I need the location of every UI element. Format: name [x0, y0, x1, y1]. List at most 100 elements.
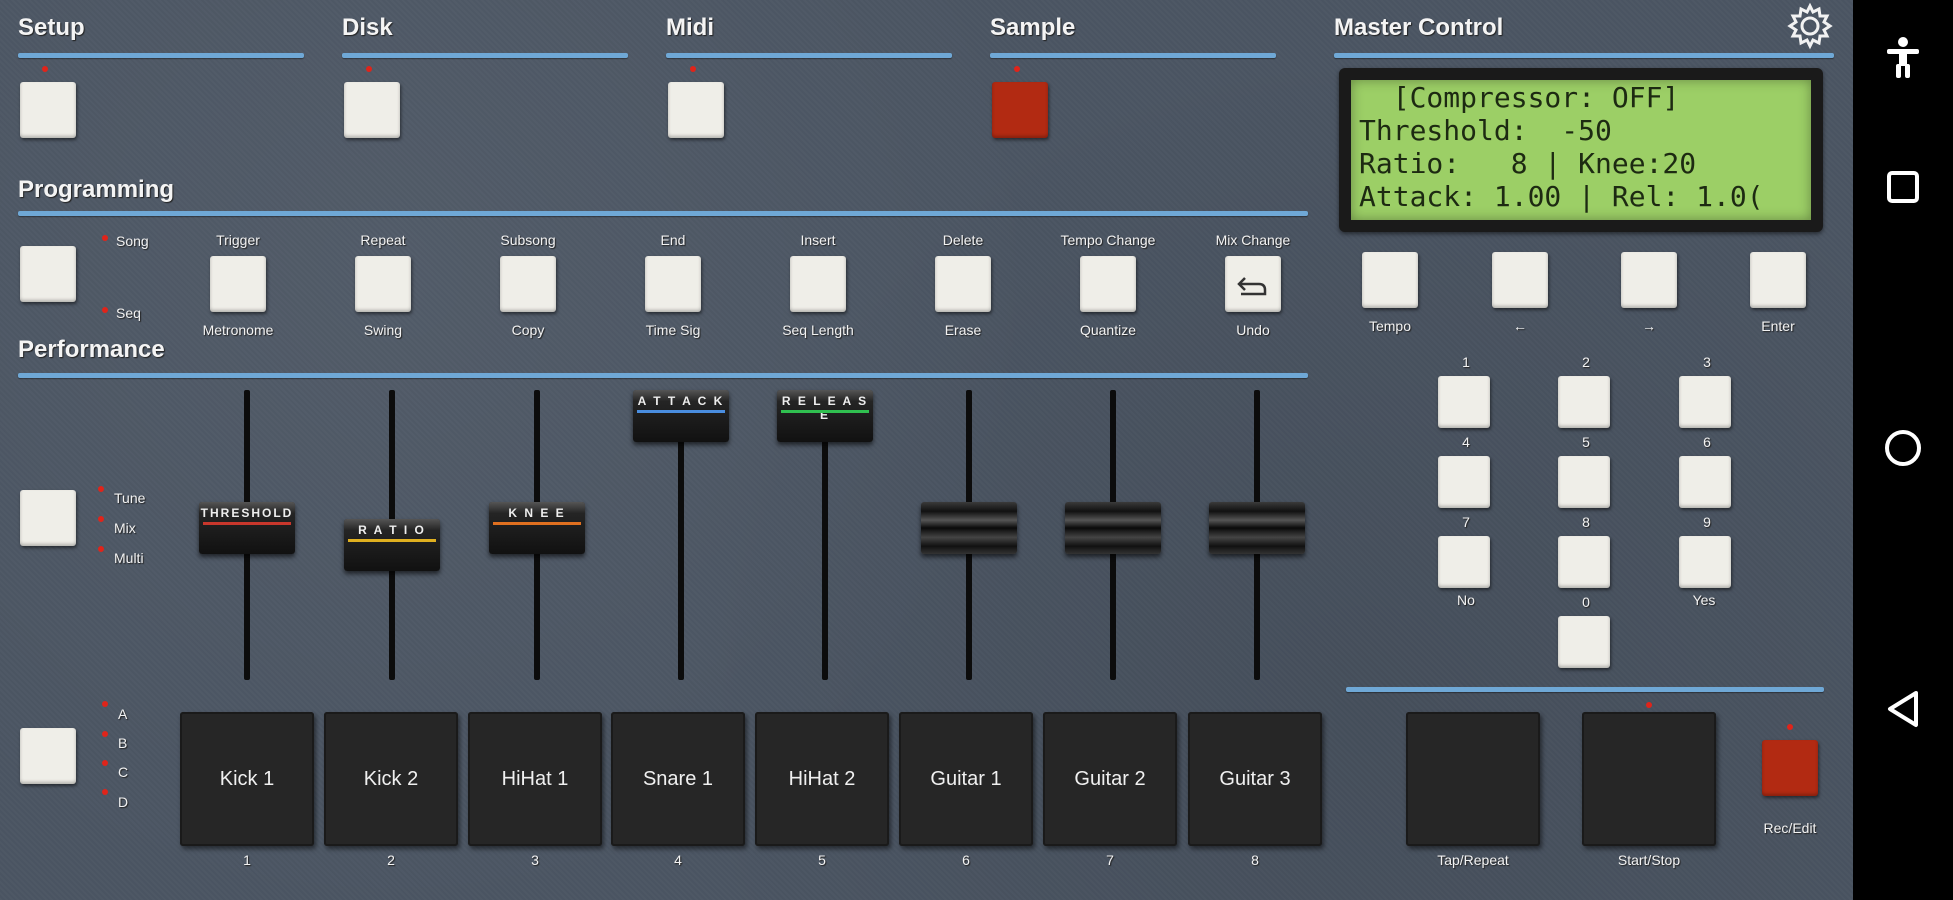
prog-button[interactable] — [1080, 256, 1136, 312]
circle-icon[interactable] — [1853, 428, 1953, 478]
fader-color-stripe — [203, 521, 291, 525]
prog-button[interactable] — [500, 256, 556, 312]
fader-cap[interactable]: THRESHOLD — [199, 501, 295, 554]
fader-cap-label: A T T A C K — [637, 394, 725, 408]
fader-cap[interactable]: R E L E A S E — [777, 390, 873, 442]
pad-number-label: 6 — [962, 852, 970, 868]
back-triangle-icon[interactable] — [1853, 690, 1953, 738]
tap-repeat-pad[interactable] — [1406, 712, 1540, 846]
system-navigation-bar — [1853, 0, 1953, 900]
bank-select-button[interactable] — [20, 728, 76, 784]
sample-button[interactable] — [992, 82, 1048, 138]
sample-led — [1014, 66, 1020, 72]
drum-pad[interactable]: Kick 1 — [180, 712, 314, 846]
prog-top-label: End — [660, 232, 686, 248]
fader-color-stripe — [781, 410, 869, 413]
rec-edit-button[interactable] — [1762, 740, 1818, 796]
prog-button[interactable] — [645, 256, 701, 312]
keypad-button[interactable] — [1558, 456, 1610, 508]
midi-button[interactable] — [668, 82, 724, 138]
keypad-button[interactable] — [1679, 456, 1731, 508]
keypad-button[interactable] — [1438, 456, 1490, 508]
master-nav-button[interactable] — [1750, 252, 1806, 308]
prog-button[interactable] — [355, 256, 411, 312]
tap-repeat-label: Tap/Repeat — [1437, 852, 1509, 868]
keypad-button-0[interactable] — [1558, 616, 1610, 668]
divider — [18, 373, 1308, 378]
undo-icon — [1237, 277, 1267, 296]
prog-button[interactable] — [935, 256, 991, 312]
master-nav-label: Tempo — [1368, 318, 1412, 334]
section-title-disk: Disk — [342, 14, 393, 41]
gear-icon[interactable] — [1786, 2, 1834, 50]
keypad-button[interactable] — [1558, 536, 1610, 588]
rec-edit-led — [1787, 724, 1793, 730]
prog-bottom-label: Quantize — [1079, 322, 1137, 338]
keypad-button[interactable] — [1679, 536, 1731, 588]
keypad-button[interactable] — [1558, 376, 1610, 428]
lcd-line-3: Ratio: 8 | Knee:20 — [1359, 147, 1697, 180]
start-stop-label: Start/Stop — [1617, 852, 1681, 868]
disk-button[interactable] — [344, 82, 400, 138]
pad-number-label: 3 — [531, 852, 539, 868]
song-seq-mode-button[interactable] — [20, 246, 76, 302]
lcd-screen: [Compressor: OFF] Threshold: -50 Ratio: … — [1351, 80, 1811, 220]
prog-bottom-label: Copy — [511, 322, 545, 338]
drum-pad[interactable]: HiHat 1 — [468, 712, 602, 846]
drum-pad[interactable]: HiHat 2 — [755, 712, 889, 846]
start-stop-pad[interactable] — [1582, 712, 1716, 846]
drum-pad[interactable]: Guitar 1 — [899, 712, 1033, 846]
fader-cap[interactable] — [1209, 501, 1305, 554]
section-title-sample: Sample — [990, 14, 1076, 41]
prog-bottom-label: Undo — [1236, 322, 1270, 338]
pad-number-label: 2 — [387, 852, 395, 868]
midi-led — [690, 66, 696, 72]
fader-color-stripe — [348, 538, 436, 542]
square-icon[interactable] — [1853, 170, 1953, 214]
prog-top-label: Subsong — [500, 232, 556, 248]
bank-b-label: B — [118, 735, 128, 751]
prog-bottom-label: Time Sig — [645, 322, 701, 338]
no-label: No — [1457, 592, 1475, 608]
drum-pad[interactable]: Kick 2 — [324, 712, 458, 846]
divider — [1346, 687, 1824, 692]
fader-color-stripe — [493, 521, 581, 525]
drum-pad[interactable]: Guitar 2 — [1043, 712, 1177, 846]
keypad-button[interactable] — [1679, 376, 1731, 428]
divider — [18, 53, 304, 58]
master-nav-button[interactable] — [1621, 252, 1677, 308]
fader-cap[interactable]: R A T I O — [344, 518, 440, 571]
fader-cap[interactable] — [921, 501, 1017, 554]
tune-led — [98, 486, 104, 492]
pad-number-label: 5 — [818, 852, 826, 868]
prog-button[interactable] — [1225, 256, 1281, 312]
drum-pad[interactable]: Snare 1 — [611, 712, 745, 846]
lcd-display: [Compressor: OFF] Threshold: -50 Ratio: … — [1339, 68, 1823, 232]
prog-button[interactable] — [790, 256, 846, 312]
keypad-button[interactable] — [1438, 376, 1490, 428]
lcd-line-4: Attack: 1.00 | Rel: 1.0( — [1359, 180, 1764, 213]
song-label: Song — [116, 233, 149, 249]
fader-cap-label: R A T I O — [358, 522, 426, 537]
bank-d-led — [102, 789, 108, 795]
pad-number-label: 4 — [674, 852, 682, 868]
fader-cap[interactable] — [1065, 501, 1161, 554]
drum-pad[interactable]: Guitar 3 — [1188, 712, 1322, 846]
keypad-button[interactable] — [1438, 536, 1490, 588]
prog-top-label: Mix Change — [1215, 232, 1291, 248]
prog-button[interactable] — [210, 256, 266, 312]
master-nav-button[interactable] — [1492, 252, 1548, 308]
prog-bottom-label: Erase — [944, 322, 982, 338]
accessibility-icon[interactable] — [1853, 36, 1953, 90]
tune-mix-multi-mode-button[interactable] — [20, 490, 76, 546]
keypad-number-label: 7 — [1462, 514, 1470, 530]
master-nav-label: → — [1642, 318, 1656, 334]
fader-cap[interactable]: K N E E — [489, 501, 585, 554]
multi-label: Multi — [114, 550, 144, 566]
section-title-programming: Programming — [18, 176, 175, 203]
divider — [1334, 53, 1834, 58]
fader-cap[interactable]: A T T A C K — [633, 390, 729, 442]
setup-button[interactable] — [20, 82, 76, 138]
start-stop-led — [1646, 702, 1652, 708]
master-nav-button[interactable] — [1362, 252, 1418, 308]
